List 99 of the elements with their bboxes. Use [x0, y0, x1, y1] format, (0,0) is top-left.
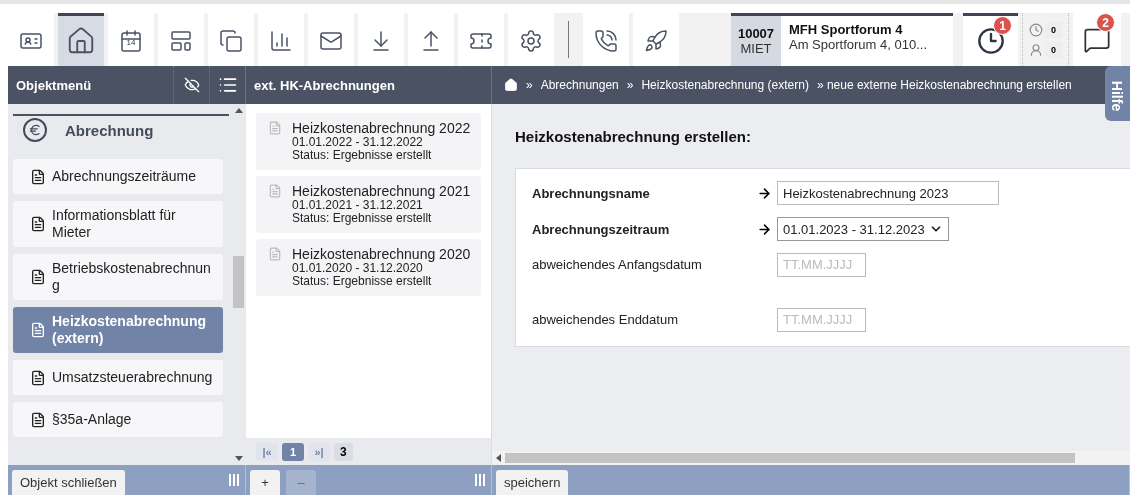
field-label: Abrechnungszeitraum [532, 221, 671, 237]
breadcrumb-link[interactable]: Heizkostenabrechnung (extern) [641, 78, 809, 92]
panel-title: ext. HK-Abrechnungen [254, 77, 396, 93]
home-icon [66, 26, 96, 56]
document-icon [30, 322, 46, 338]
field-label: Abrechnungsname [532, 185, 651, 201]
panel-title: Objektmenü [16, 77, 93, 93]
bar-chart-icon [269, 29, 293, 53]
calendar-icon [119, 29, 143, 53]
list-card[interactable]: Heizkostenabrechnung 2022 01.01.2022 - 31.12.2022 Status: Ergebnisse erstellt [256, 113, 481, 170]
toolbar-button[interactable] [408, 13, 454, 66]
history-button[interactable]: 1 [963, 13, 1018, 66]
document-icon [30, 168, 46, 185]
scrollbar[interactable] [492, 451, 1130, 465]
scroll-thumb[interactable] [505, 453, 1075, 463]
menu-item[interactable]: Betriebskostenabrechnung [13, 254, 223, 300]
toolbar-button[interactable] [633, 13, 679, 66]
breadcrumb-link[interactable]: Abrechnungen [540, 78, 619, 92]
notification-badge: 2 [1096, 13, 1115, 32]
copy-icon [219, 29, 243, 53]
scroll-down-icon[interactable] [234, 456, 243, 461]
select-field[interactable]: 01.01.2023 - 31.12.2023 [777, 217, 949, 241]
toolbar-button[interactable] [308, 13, 354, 66]
card-title: Heizkostenabrechnung 2021 [292, 184, 471, 199]
phone-icon [594, 29, 618, 53]
clock-icon [1029, 22, 1043, 37]
rocket-icon [644, 29, 668, 53]
toolbar-button[interactable] [358, 13, 404, 66]
list-card[interactable]: Heizkostenabrechnung 2020 01.01.2020 - 31.12.2020 Status: Ergebnisse erstellt [256, 239, 481, 296]
object-address: Am Sportforum 4, 010... [789, 37, 927, 52]
date-field[interactable]: TT.MM.JJJJ [777, 252, 866, 277]
toolbar-button[interactable] [158, 13, 204, 66]
toolbar-button[interactable] [208, 13, 254, 66]
card-title: Heizkostenabrechnung 2020 [292, 247, 471, 262]
counter: 0 [1045, 41, 1062, 58]
object-card[interactable]: 10007 MIET MFH Sportforum 4 Am Sportforum 4, 010... [731, 13, 953, 66]
menu-item[interactable]: Umsatzsteuerabrechnung [13, 360, 223, 395]
counter: 0 [1045, 21, 1062, 38]
toolbar-button[interactable] [258, 13, 304, 66]
scroll-up-icon[interactable] [234, 108, 243, 113]
object-type: MIET [740, 41, 772, 56]
toolbar-button[interactable]: 14 [108, 13, 154, 66]
document-icon [268, 184, 282, 198]
calendar-day: 14 [108, 38, 154, 47]
close-object-button[interactable]: Objekt schließen [12, 470, 125, 495]
document-icon [30, 269, 46, 285]
input-field[interactable]: Heizkostenabrechnung 2023 [777, 181, 999, 205]
page-button[interactable]: 1 [282, 442, 304, 461]
toolbar-button[interactable] [458, 13, 504, 66]
user-icon [1029, 42, 1043, 57]
card-period: 01.01.2021 - 31.12.2021 [292, 199, 423, 212]
document-icon [268, 121, 282, 135]
grip-icon[interactable] [229, 474, 239, 486]
document-icon [268, 247, 282, 261]
card-status: Status: Ergebnisse erstellt [292, 149, 433, 162]
scroll-left-icon[interactable] [496, 454, 501, 462]
object-name: MFH Sportforum 4 [789, 22, 904, 37]
list-card[interactable]: Heizkostenabrechnung 2021 01.01.2021 - 31.12.2021 Status: Ergebnisse erstellt [256, 176, 481, 233]
menu-item[interactable]: Abrechnungszeiträume [13, 159, 223, 194]
card-period: 01.01.2022 - 31.12.2022 [292, 136, 423, 149]
document-icon [30, 411, 46, 428]
hidden-icon [183, 77, 200, 93]
toolbar-button[interactable] [508, 13, 554, 66]
menu-item[interactable]: §35a-Anlage [13, 402, 223, 437]
grip-icon[interactable] [475, 474, 485, 486]
document-icon [30, 369, 46, 386]
toolbar-button[interactable] [583, 13, 629, 66]
arrow-icon [757, 221, 772, 237]
add-button[interactable]: + [250, 470, 280, 495]
field-label: abweichendes Enddatum [532, 312, 679, 327]
notification-badge: 1 [993, 16, 1012, 35]
menu-item[interactable]: Informationsblatt für Mieter [13, 201, 223, 247]
settings-icon [519, 29, 543, 53]
toolbar-button[interactable] [58, 13, 104, 66]
date-field[interactable]: TT.MM.JJJJ [777, 307, 866, 332]
object-number: 10007 [737, 26, 775, 41]
messages-button[interactable]: 2 [1073, 13, 1121, 66]
mail-icon [319, 29, 343, 53]
scroll-thumb[interactable] [233, 256, 244, 308]
card-status: Status: Ergebnisse erstellt [292, 275, 433, 288]
euro-icon [23, 118, 47, 142]
breadcrumb-current: » neue externe Heizkostenabrechnung erstellen [816, 78, 1072, 92]
card-title: Heizkostenabrechnung 2022 [292, 121, 471, 136]
breadcrumb-separator: » [626, 78, 634, 92]
form-icon [169, 29, 193, 53]
arrow-icon [757, 185, 772, 201]
save-button[interactable]: speichern [496, 470, 569, 495]
form-title: Heizkostenabrechnung erstellen: [515, 128, 752, 145]
home-icon[interactable] [504, 78, 518, 92]
card-period: 01.01.2020 - 31.12.2020 [292, 262, 423, 275]
card-status: Status: Ergebnisse erstellt [292, 212, 433, 225]
field-label: abweichendes Anfangsdatum [532, 257, 703, 272]
section-title: Abrechnung [65, 121, 154, 139]
document-icon [30, 216, 46, 232]
menu-icon [217, 75, 238, 95]
item-count: 3 [334, 442, 353, 461]
help-tab[interactable]: Hilfe [1105, 66, 1130, 121]
breadcrumb-separator: » [526, 78, 533, 92]
menu-item[interactable]: Heizkostenabrechnung (extern) [13, 307, 223, 353]
